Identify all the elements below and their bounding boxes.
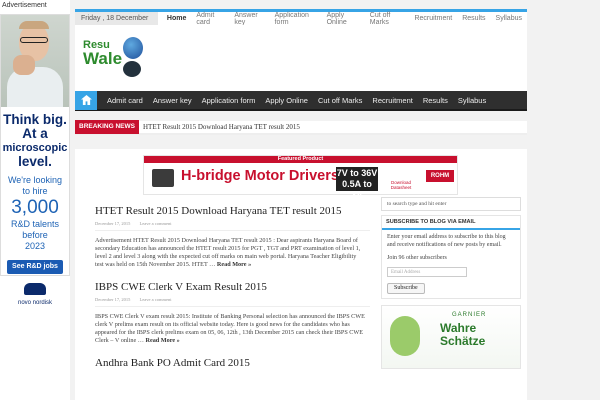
featured-product-banner[interactable]: Featured Product H-bridge Motor Drivers … [143,155,458,200]
subscriber-count: Join 96 other subscribers [387,255,447,261]
sidebar-ad[interactable]: GARNIER Wahre Schätze [381,305,521,369]
toplink-apply-online[interactable]: Apply Online [322,12,365,26]
nav-apply-online[interactable]: Apply Online [260,96,313,105]
ad-headline: Think big. At a microscopic level. [2,112,68,169]
breaking-news-link[interactable]: HTET Result 2015 Download Haryana TET re… [139,123,300,131]
search-input[interactable]: to search type and hit enter [381,197,521,211]
ad-big-number: 3,000 [11,197,59,218]
read-more-link[interactable]: Read More » [217,261,251,268]
post-title[interactable]: IBPS CWE Clerk V Exam Result 2015 [95,281,370,293]
post-item: IBPS CWE Clerk V Exam Result 2015 Decemb… [95,281,370,345]
read-more-link[interactable]: Read More » [145,337,179,344]
nav-recruitment[interactable]: Recruitment [367,96,417,105]
globe-icon [123,37,143,59]
breaking-news-bar: BREAKING NEWS HTET Result 2015 Download … [75,120,527,135]
post-title[interactable]: Andhra Bank PO Admit Card 2015 [95,357,370,369]
toplink-cut-off-marks[interactable]: Cut off Marks [365,12,410,26]
toplink-recruitment[interactable]: Recruitment [409,15,457,22]
toplink-application-form[interactable]: Application form [270,12,322,26]
post-item: HTET Result 2015 Download Haryana TET re… [95,205,370,269]
content-area: Featured Product H-bridge Motor Drivers … [75,149,527,400]
post-list: HTET Result 2015 Download Haryana TET re… [75,199,370,369]
nav-admit-card[interactable]: Admit card [102,96,148,105]
page-wrapper: Friday , 18 December 2015 Home Admit car… [75,9,527,400]
ad-cta-button[interactable]: See R&D jobs [7,260,63,274]
sidebar: to search type and hit enter SUBSCRIBE T… [381,197,521,369]
left-advertisement[interactable]: Advertisement Think big. At a microscopi… [0,0,70,400]
ad-photo [1,15,69,107]
widget-title: SUBSCRIBE TO BLOG VIA EMAIL [382,216,520,230]
ad-box[interactable]: Think big. At a microscopic level. We're… [0,14,70,306]
nav-cut-off-marks[interactable]: Cut off Marks [313,96,367,105]
datasheet-link[interactable]: Download Datasheet [384,168,418,190]
post-excerpt: IBPS CWE Clerk V exam result 2015: Insti… [95,313,365,344]
nav-application-form[interactable]: Application form [197,96,261,105]
mascot-icon [123,61,141,77]
post-comments-link[interactable]: Leave a comment [140,297,172,302]
toplink-answer-key[interactable]: Answer key [229,12,269,26]
site-logo[interactable]: Resu Wale [83,37,143,77]
home-button[interactable] [75,90,97,110]
home-icon [80,95,92,105]
nav-answer-key[interactable]: Answer key [148,96,197,105]
nav-results[interactable]: Results [418,96,453,105]
ad-label: Advertisement [0,0,70,14]
site-header: Resu Wale [75,25,527,91]
post-date: December 17, 2015 [95,297,131,302]
top-bar: Friday , 18 December 2015 Home Admit car… [75,9,527,35]
nav-syllabus[interactable]: Syllabus [453,96,491,105]
toplink-home[interactable]: Home [162,15,191,22]
post-title[interactable]: HTET Result 2015 Download Haryana TET re… [95,205,370,217]
breaking-news-label: BREAKING NEWS [75,120,139,134]
post-excerpt: Advertisement HTET Result 2015 Download … [95,237,361,268]
ad-subtext: We're looking to hire [7,175,63,196]
rohm-logo: ROHM [426,170,454,182]
chip-icon [152,169,174,187]
post-meta: December 17, 2015 Leave a comment [95,221,370,226]
subscribe-widget: SUBSCRIBE TO BLOG VIA EMAIL Enter your e… [381,215,521,299]
main-nav: Admit card Answer key Application form A… [75,90,527,111]
post-comments-link[interactable]: Leave a comment [140,221,172,226]
post-meta: December 17, 2015 Leave a comment [95,297,370,302]
subscribe-button[interactable]: Subscribe [387,282,425,294]
toplink-results[interactable]: Results [457,15,490,22]
bull-icon [24,283,46,295]
widget-text: Enter your email address to subscribe to… [387,234,506,248]
post-date: December 17, 2015 [95,221,131,226]
post-item: Andhra Bank PO Admit Card 2015 [95,357,370,369]
toplink-syllabus[interactable]: Syllabus [491,15,527,22]
voltage-box: 7V to 36V 0.5A to 3A [336,167,378,200]
ad-logo: novo nordisk [1,282,69,306]
leaf-icon [390,316,420,356]
email-field[interactable]: Email Address [387,266,467,277]
date-display: Friday , 18 December 2015 [75,12,158,35]
toplink-admit-card[interactable]: Admit card [191,12,229,26]
ad-subtext-2: R&D talents before 2023 [10,219,60,251]
